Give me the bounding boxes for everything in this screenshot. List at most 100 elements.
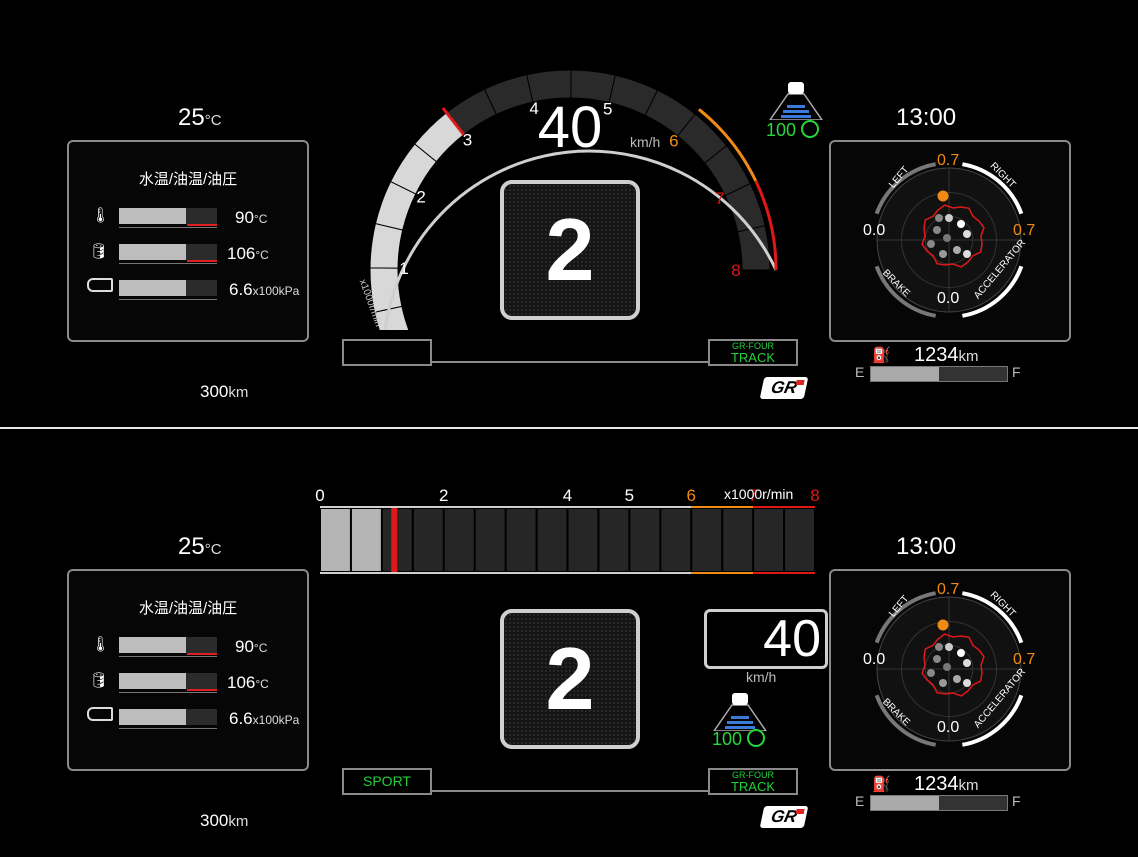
tach-segment	[475, 509, 505, 571]
tach-tick-label: 6	[687, 486, 696, 505]
gear-value: 2	[545, 629, 595, 728]
gear-value: 2	[545, 200, 595, 299]
oil-temp-value: 106	[227, 673, 256, 692]
gear-indicator: 2	[500, 180, 640, 320]
tach-tick-label: 6	[669, 132, 678, 151]
speed-box: 40	[704, 609, 828, 669]
g-trace-dot	[963, 250, 971, 258]
oil-pressure-value: 6.6	[229, 709, 253, 728]
tach-tick-label: 8	[810, 486, 819, 505]
tach-segment	[754, 509, 784, 571]
acc-set-speed: 100	[766, 120, 820, 141]
tach-segment	[321, 509, 350, 571]
oil-temp-readout: 106°C	[227, 244, 269, 264]
range-left-value: 300	[200, 811, 229, 830]
g-left-value: 0.0	[863, 651, 886, 668]
g-trace-dot	[933, 655, 941, 663]
g-top-value: 0.7	[937, 581, 960, 598]
oil-pressure-icon	[87, 707, 113, 721]
tach-tick-label: 4	[563, 486, 572, 505]
coolant-temp-value: 90	[235, 637, 254, 656]
g-bottom-value: 0.0	[937, 719, 960, 736]
speed-unit: km/h	[630, 134, 661, 150]
g-meter-panel: 0.7 0.0 0.7 0.0 LEFT RIGHT BRAKE ACCELER…	[829, 140, 1071, 342]
coolant-temp-unit: °C	[253, 641, 268, 655]
g-current-dot	[937, 190, 949, 202]
g-top-value: 0.7	[937, 152, 960, 169]
fuel-pump-icon: ⛽	[872, 347, 891, 364]
gear-indicator: 2	[500, 609, 640, 749]
g-trace-dot	[963, 659, 971, 667]
oil-pressure-readout: 6.6x100kPa	[229, 709, 299, 729]
g-trace-dot	[935, 214, 943, 222]
g-meter-graphic	[874, 162, 1024, 318]
odometer-unit: km	[958, 777, 979, 794]
awd-mode-indicator: GR-FOUR TRACK	[708, 768, 798, 795]
g-left-value: 0.0	[863, 222, 886, 239]
oil-temp-bar	[119, 244, 217, 264]
g-trace-dot	[939, 679, 947, 687]
fuel-full-label: F	[1012, 364, 1021, 380]
oil-pressure-value: 6.6	[229, 280, 253, 299]
drive-mode-indicator: SPORT	[342, 768, 432, 795]
fuel-full-label: F	[1012, 793, 1021, 809]
outside-temp-value: 25	[178, 533, 205, 560]
awd-mode-indicator: GR-FOUR TRACK	[708, 339, 798, 366]
tach-segment	[369, 222, 404, 269]
oil-temp-icon: 🛢	[89, 243, 109, 260]
coolant-temp-value: 90	[235, 208, 254, 227]
tach-tick-label: 5	[625, 486, 634, 505]
outside-temperature: 25°C	[178, 104, 222, 132]
tach-tick-label: 2	[416, 188, 425, 207]
g-trace-dot	[963, 679, 971, 687]
coolant-temp-readout: 90°C	[235, 637, 267, 657]
tach-segment	[382, 509, 412, 571]
g-trace-dot	[939, 250, 947, 258]
mode-divider	[430, 361, 710, 363]
range-left-unit: km	[228, 384, 249, 401]
range-left: 300km	[200, 811, 248, 831]
drive-mode-indicator	[342, 339, 432, 366]
awd-mode-bottom: TRACK	[730, 350, 776, 365]
mode-divider	[430, 790, 710, 792]
oil-temp-readout: 106°C	[227, 673, 269, 693]
outside-temperature: 25°C	[178, 533, 222, 561]
odometer: 1234km	[914, 344, 979, 367]
oil-pressure-bar	[119, 280, 217, 300]
fuel-gauge	[870, 795, 1008, 811]
range-left-value: 300	[200, 382, 229, 401]
oil-temp-bar	[119, 673, 217, 693]
outside-temp-unit: °C	[204, 112, 222, 129]
g-trace-dot	[935, 643, 943, 651]
tach-tick-label: 3	[463, 130, 472, 149]
g-trace-dot	[943, 663, 951, 671]
gauges-title: 水温/油温/油圧	[138, 600, 238, 617]
odometer-value: 1234	[914, 773, 959, 795]
g-trace-dot	[953, 246, 961, 254]
oil-temp-unit: °C	[255, 677, 269, 691]
odometer-value: 1234	[914, 344, 959, 366]
g-trace-dot	[943, 234, 951, 242]
tach-segment	[723, 509, 753, 571]
tach-tick-label: 2	[439, 486, 448, 505]
range-left-unit: km	[228, 813, 249, 830]
engine-gauges-panel: 水温/油温/油圧 🌡 90°C 🛢 106°C 6.6x100kPa	[67, 569, 309, 771]
coolant-temp-bar	[119, 208, 217, 228]
tach-unit-label: x1000r/min	[724, 486, 794, 502]
fuel-empty-label: E	[855, 793, 865, 809]
coolant-temp-icon: 🌡	[91, 207, 111, 224]
g-current-dot	[937, 619, 949, 631]
coolant-temp-unit: °C	[253, 212, 268, 226]
g-trace-dot	[963, 230, 971, 238]
g-trace-dot	[957, 220, 965, 228]
tach-segment	[692, 509, 722, 571]
oil-temp-unit: °C	[255, 248, 269, 262]
oil-temp-icon: 🛢	[89, 672, 109, 689]
oil-pressure-unit: x100kPa	[252, 284, 300, 298]
tach-segment	[661, 509, 691, 571]
coolant-temp-readout: 90°C	[235, 208, 267, 228]
g-meter-panel: 0.7 0.0 0.7 0.0 LEFT RIGHT BRAKE ACCELER…	[829, 569, 1071, 771]
odometer: 1234km	[914, 773, 979, 796]
tach-segment	[599, 509, 629, 571]
g-right-value: 0.7	[1013, 222, 1036, 239]
